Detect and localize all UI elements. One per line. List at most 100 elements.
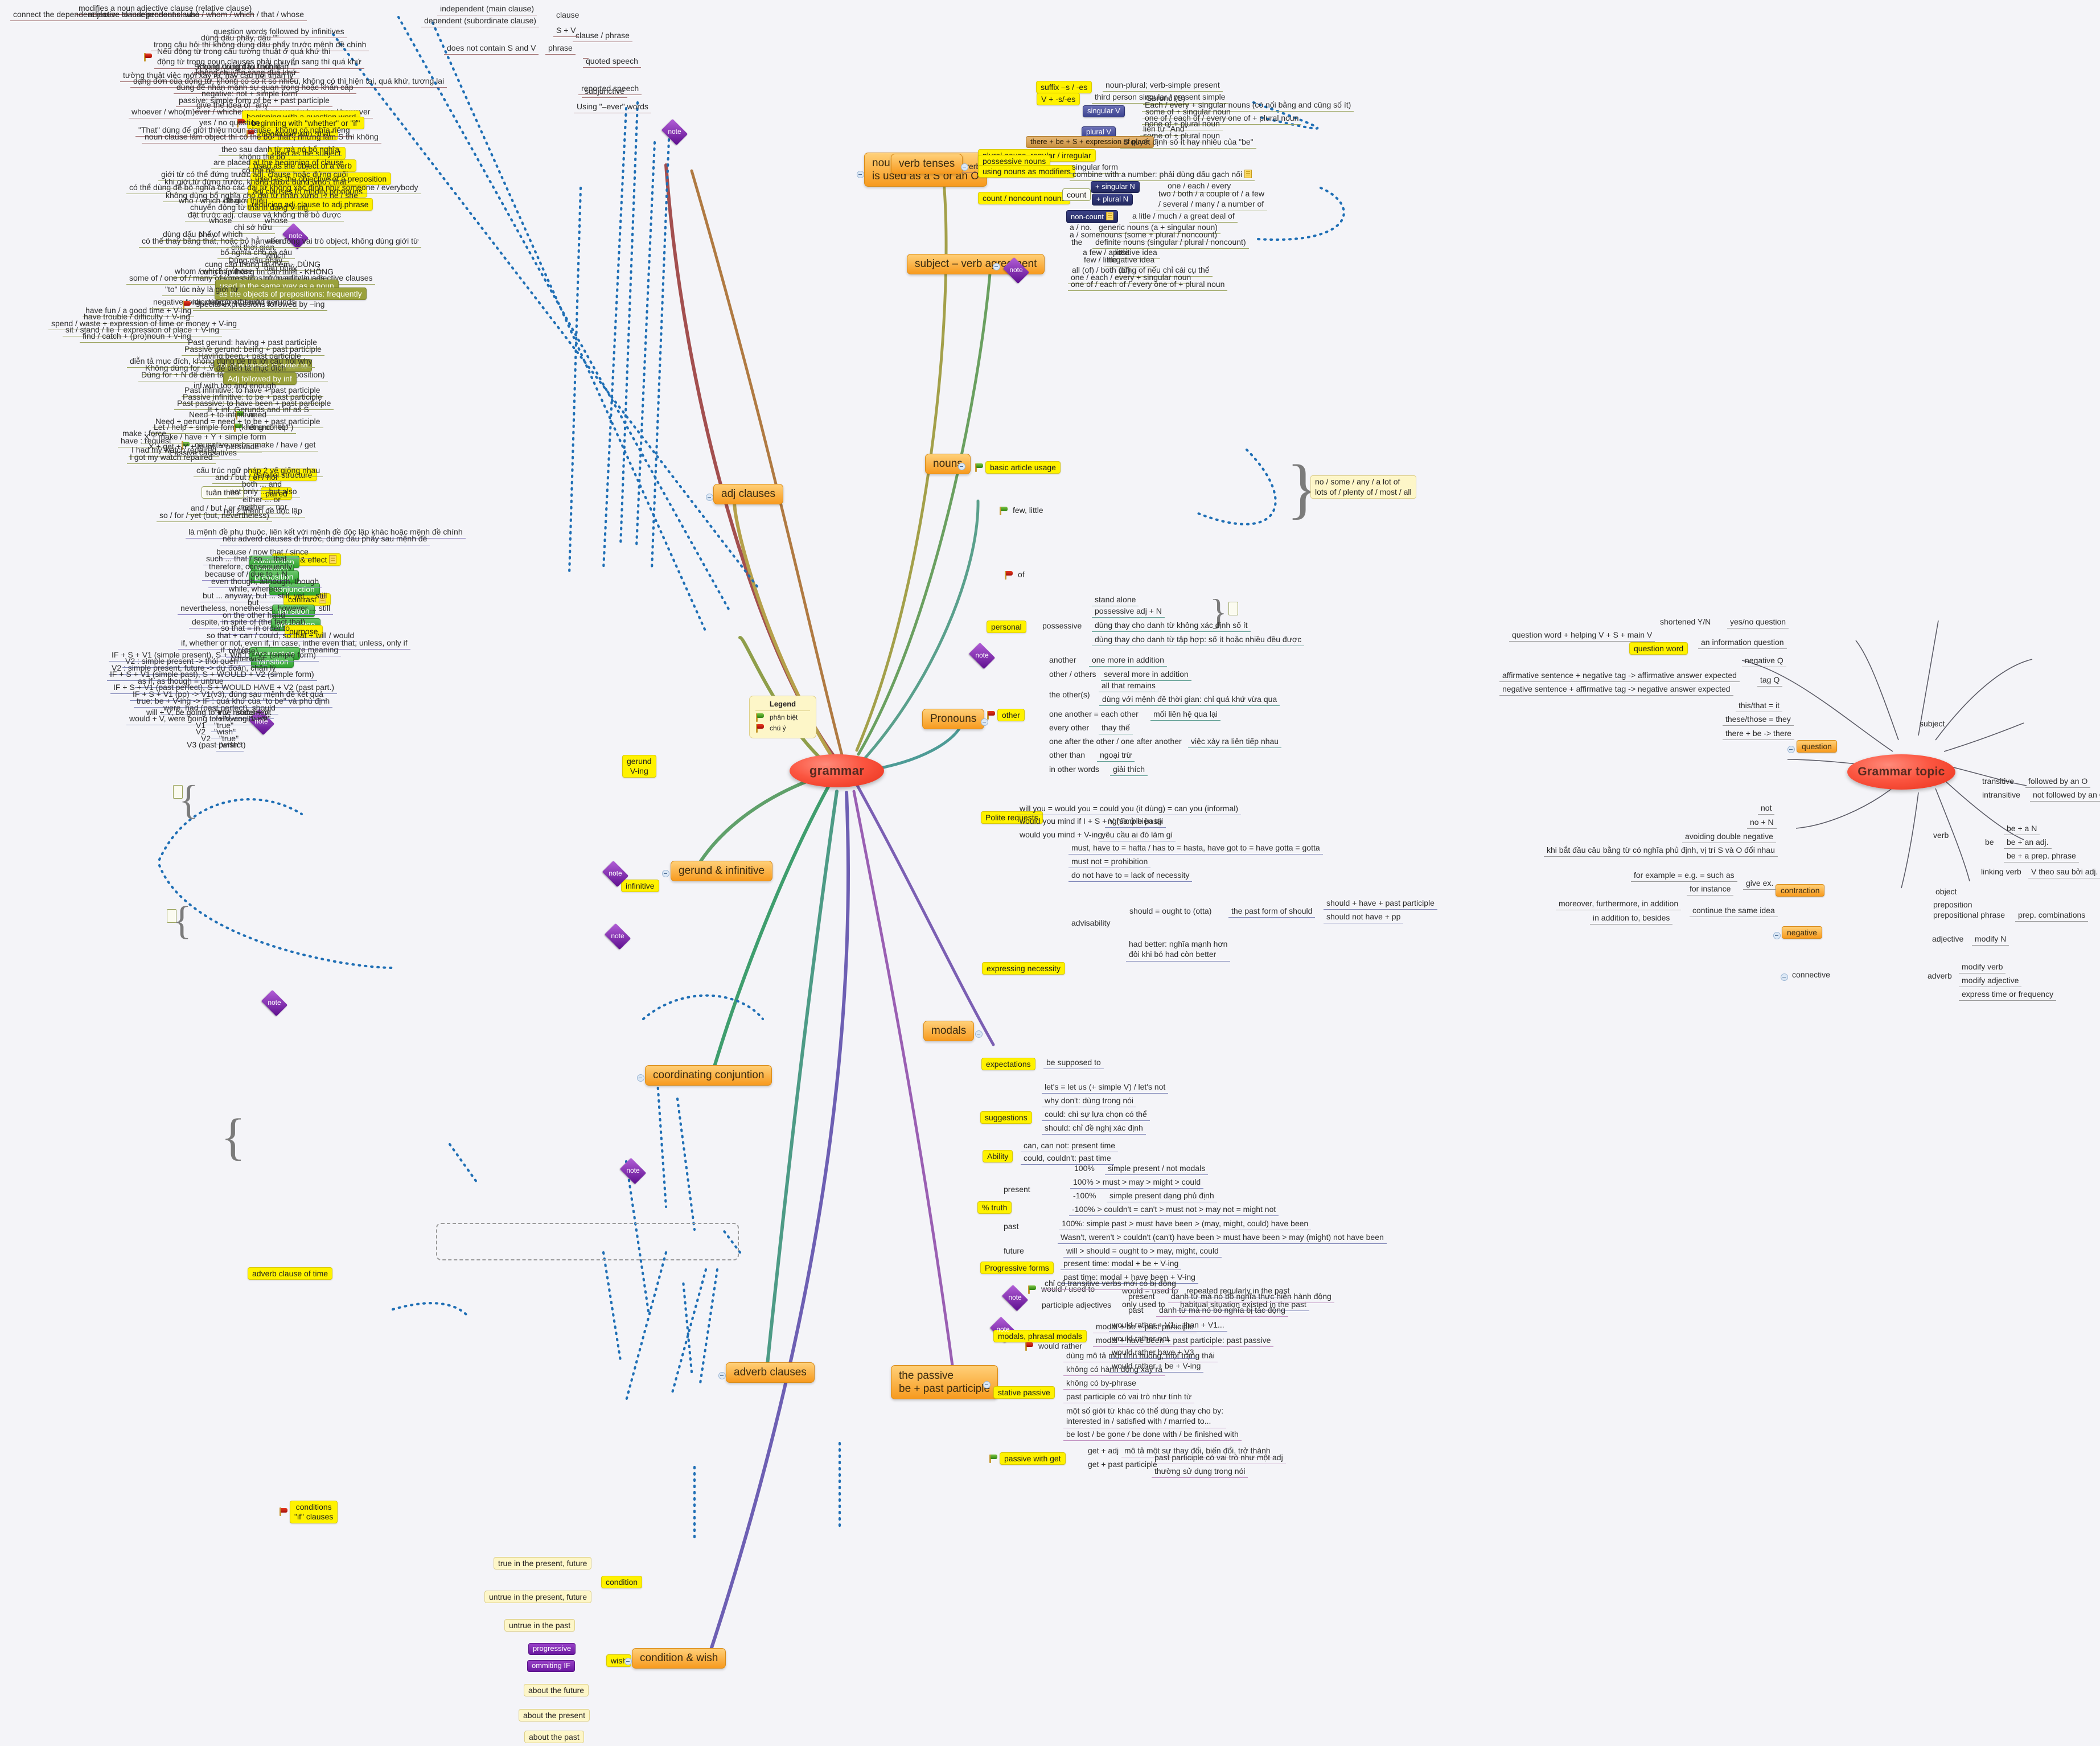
stative-be-lost-gone[interactable]: be lost / be gone / be done with / be fi… — [1063, 1429, 1242, 1441]
will-would-could-you[interactable]: will you = would you = could you (it dùn… — [1017, 803, 1242, 816]
plus-plural-n[interactable]: + plural N — [1092, 194, 1133, 206]
untrue-present-future[interactable]: untrue in the present, future — [484, 1591, 591, 1604]
gt-yes-no-question[interactable]: yes/no question — [1727, 617, 1789, 629]
gt-for-instance[interactable]: for instance — [1687, 884, 1734, 896]
do-not-have-to[interactable]: do not have to = lack of necessity — [1069, 870, 1193, 882]
poss-collective[interactable]: dùng thay cho danh từ tập hợp: số ít hoặ… — [1092, 634, 1305, 647]
collapse-toggle-gt-negative[interactable] — [1773, 932, 1781, 939]
gt-continue-same-idea[interactable]: continue the same idea — [1690, 905, 1778, 918]
non-count[interactable]: non-count — [1066, 210, 1118, 223]
gt-adjective-modify-n[interactable]: modify N — [1972, 934, 2009, 946]
gt-preposition[interactable]: preposition prepositional phrase — [1930, 899, 2008, 922]
true-present-future[interactable]: true in the present, future — [494, 1557, 592, 1570]
note-marker-infinitive[interactable]: note — [600, 860, 631, 888]
truth-100-meaning[interactable]: simple present / not modals — [1105, 1163, 1209, 1176]
gt-contraction[interactable]: contraction — [1776, 884, 1825, 897]
gt-no-plus-n[interactable]: no + N — [1747, 817, 1777, 829]
stative-situation[interactable]: dùng mô tả một tình huống, một trạng thá… — [1063, 1350, 1218, 1363]
get-plus-pp-as-adj[interactable]: past participle có vai trò như một adj — [1152, 1452, 1286, 1465]
gt-there-be-there[interactable]: there + be -> there — [1723, 728, 1794, 741]
modal-be-pp[interactable]: modal + be + past participle — [1093, 1321, 1197, 1334]
other-others[interactable]: other / others — [1046, 669, 1099, 680]
pronouns-other-row[interactable]: other — [987, 709, 1025, 722]
gt-prep-combinations[interactable]: prep. combinations — [2015, 910, 2089, 922]
progressive-conditional[interactable]: progressive — [528, 1643, 576, 1655]
plus-singular-n[interactable]: + singular N — [1091, 181, 1140, 193]
truth-past-neg-rank[interactable]: Wasn't, weren't > couldn't (can't) have … — [1058, 1232, 1387, 1244]
the-others-time-clause[interactable]: dùng với mệnh đề thời gian: chỉ quá khứ … — [1099, 694, 1280, 706]
placed-at-beginning[interactable]: are placed at the beginning of clause — [211, 157, 347, 170]
be-supposed-to[interactable]: be supposed to — [1043, 1057, 1104, 1070]
suffix-s-es[interactable]: suffix –s / -es — [1036, 81, 1092, 94]
truth-past[interactable]: past — [1001, 1221, 1021, 1233]
main-topic-adj-clauses[interactable]: adj clauses — [713, 484, 784, 504]
gt-adverb[interactable]: adverb — [1925, 971, 1955, 982]
gt-moreover-furthermore[interactable]: moreover, furthermore, in addition — [1556, 898, 1682, 911]
progressive-forms[interactable]: Progressive forms — [980, 1262, 1054, 1275]
gt-adverb-modify-adjective[interactable]: modify adjective — [1959, 975, 2022, 988]
note-marker-passive[interactable]: note — [1000, 1284, 1030, 1312]
v-plus-s-es[interactable]: V + -s/-es — [1037, 93, 1080, 106]
condition-subtopic[interactable]: condition — [601, 1576, 643, 1589]
pronouns-possessive[interactable]: possessive — [1039, 621, 1084, 632]
must-have-to[interactable]: must, have to = hafta / has to = hasta, … — [1069, 843, 1323, 855]
gt-not[interactable]: not — [1758, 803, 1775, 815]
gt-verb[interactable]: verb — [1930, 830, 1951, 841]
get-plus-pp-spoken[interactable]: thường sử dụng trong nói — [1152, 1466, 1248, 1478]
gt-tag-affirmative[interactable]: affirmative sentence + negative tag -> a… — [1499, 670, 1740, 683]
there-be-rule[interactable]: S quyết định số ít hay nhiều của "be" — [1120, 137, 1256, 149]
why-dont[interactable]: why don't: dùng trong nói — [1042, 1095, 1137, 1108]
note-marker-nouns[interactable]: note — [967, 642, 997, 669]
whose-word[interactable]: whose — [206, 215, 235, 227]
conditions-if-clauses-row[interactable]: conditions "if" clauses — [279, 1501, 338, 1523]
of-row[interactable]: of — [1004, 569, 1028, 581]
other-others-meaning[interactable]: several more in addition — [1101, 669, 1191, 681]
collapse-toggle-condition-wish[interactable] — [624, 1658, 632, 1665]
other-than[interactable]: other than — [1046, 750, 1088, 761]
gt-these-those-they[interactable]: these/those = they — [1723, 714, 1794, 726]
collapse-toggle-verb-tenses[interactable] — [961, 163, 968, 171]
gt-linking-verb-meaning[interactable]: V theo sau bởi adj. — [2028, 866, 2100, 879]
participle-present[interactable]: present — [1125, 1291, 1158, 1303]
collapse-toggle-noun-clauses[interactable] — [857, 171, 864, 178]
gt-linking-verb[interactable]: linking verb — [1978, 866, 2024, 878]
collapse-toggle-gerund-infinitive[interactable] — [662, 870, 669, 877]
pronouns-personal[interactable]: personal — [987, 621, 1026, 634]
gt-be[interactable]: be — [1982, 837, 1997, 848]
adverb-clause-comma-rule[interactable]: nếu adverd clauses đi trước, dùng dấu ph… — [220, 533, 430, 546]
gt-adjective[interactable]: adjective — [1929, 934, 1966, 945]
note-marker-noun-clauses[interactable]: note — [659, 118, 690, 146]
poss-indefinite-singular[interactable]: dùng thay cho danh từ không xác định số … — [1092, 620, 1251, 632]
should-suggestion[interactable]: should: chỉ đề nghị xác định — [1042, 1123, 1146, 1135]
poss-stand-alone[interactable]: stand alone — [1092, 594, 1139, 607]
dependent-clause[interactable]: dependent (subordinate clause) — [421, 15, 539, 28]
lets-let-us[interactable]: let's = let us (+ simple V) / let's not — [1042, 1082, 1169, 1094]
another-meaning[interactable]: one more in addition — [1089, 655, 1167, 667]
gt-avoid-double-negative[interactable]: avoiding double negative — [1682, 831, 1776, 844]
advisability[interactable]: advisability — [1069, 918, 1113, 929]
gt-info-question-formula[interactable]: question word + helping V + S + main V — [1509, 630, 1655, 642]
gt-give-ex[interactable]: give ex. — [1743, 878, 1777, 890]
about-the-past[interactable]: about the past — [524, 1731, 584, 1744]
modal-have-been-pp[interactable]: modal + have been + past participle: pas… — [1093, 1335, 1274, 1347]
stative-pp-as-adj[interactable]: past participle có vai trò như tính từ — [1063, 1391, 1195, 1404]
gt-this-that-it[interactable]: this/that = it — [1736, 700, 1782, 713]
participle-past[interactable]: past — [1125, 1305, 1146, 1316]
ability[interactable]: Ability — [983, 1150, 1013, 1163]
clause-phrase[interactable]: clause / phrase — [573, 30, 632, 43]
past-wish-v3[interactable]: V3 (past perfect) — [184, 740, 249, 751]
percent-truth[interactable]: % truth — [977, 1201, 1012, 1214]
using-nouns-as-modifiers[interactable]: using nouns as modifiers — [978, 165, 1075, 178]
gt-shortened-yn[interactable]: shortened Y/N — [1657, 617, 1713, 628]
gt-connective[interactable]: connective — [1789, 969, 1833, 981]
stative-passive[interactable]: stative passive — [993, 1386, 1055, 1399]
truth-present-rank[interactable]: 100% > must > may > might > could — [1070, 1177, 1204, 1189]
every-other-meaning[interactable]: thay thế — [1099, 722, 1133, 735]
collapse-toggle-nouns[interactable] — [958, 463, 965, 470]
gt-be-plus-n[interactable]: be + a N — [2004, 823, 2040, 836]
collapse-toggle-pronouns[interactable] — [981, 718, 988, 726]
stative-no-action[interactable]: không có hành động xảy ra — [1063, 1364, 1165, 1377]
main-topic-the-passive[interactable]: the passive be + past participle — [891, 1365, 998, 1400]
truth-neg-100[interactable]: -100% — [1070, 1190, 1099, 1202]
no-s-and-v[interactable]: does not contain S and V — [444, 43, 539, 55]
